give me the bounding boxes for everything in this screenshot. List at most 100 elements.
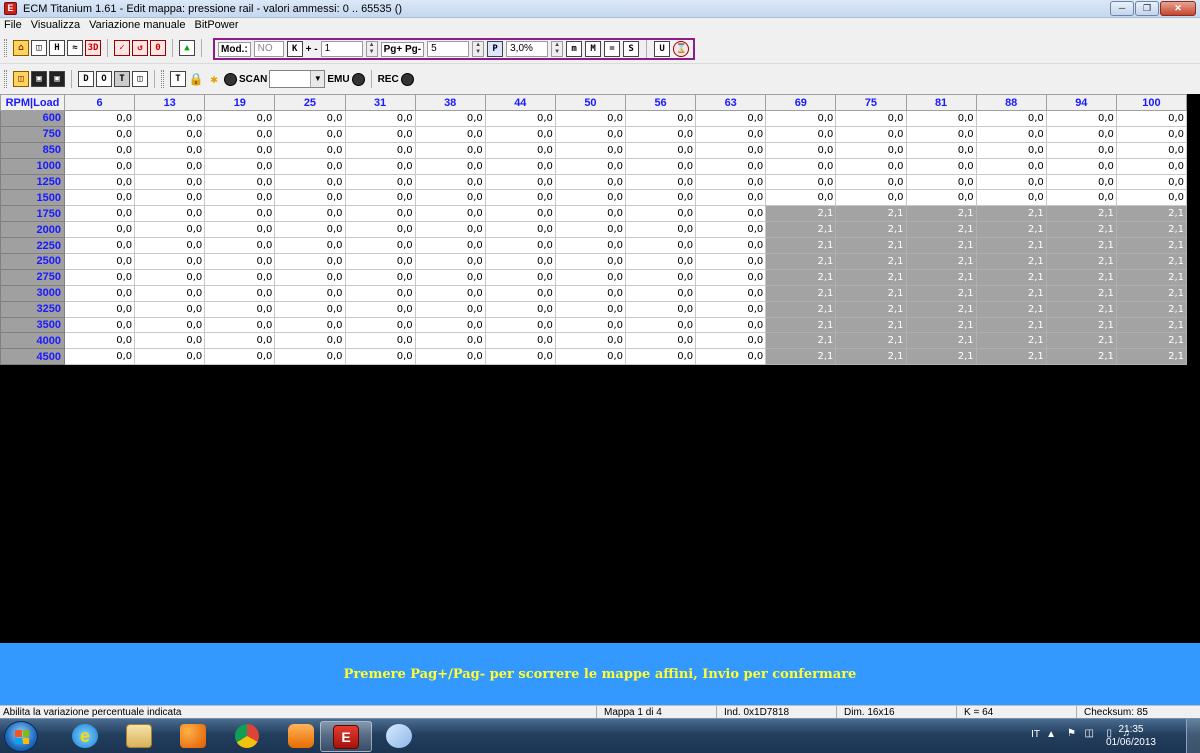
taskbar-app-ie[interactable]: e [60, 721, 112, 752]
table-cell[interactable]: 0,0 [835, 157, 907, 175]
column-header[interactable]: 38 [414, 94, 486, 111]
table-cell[interactable]: 0,0 [414, 284, 486, 302]
graph-3d-icon[interactable]: 3D [85, 40, 101, 56]
table-cell[interactable]: 0,0 [274, 173, 346, 191]
table-cell[interactable]: 0,0 [204, 268, 276, 286]
table-cell[interactable]: 0,0 [554, 189, 627, 207]
table-cell[interactable]: 0,0 [484, 316, 556, 334]
column-header[interactable]: 88 [975, 94, 1047, 111]
emu-record-icon[interactable] [351, 72, 365, 86]
column-header[interactable]: 69 [765, 94, 837, 111]
table-cell[interactable]: 0,0 [274, 189, 346, 207]
row-header[interactable]: 4000 [0, 332, 65, 350]
table-cell[interactable]: 0,0 [274, 268, 346, 286]
table-cell[interactable]: 2,1 [1045, 300, 1117, 318]
table-cell[interactable]: 0,0 [63, 316, 136, 334]
table-cell[interactable]: 0,0 [554, 221, 627, 239]
table-cell[interactable]: 0,0 [274, 157, 346, 175]
table-cell[interactable]: 0,0 [695, 125, 767, 143]
table-cell[interactable]: 0,0 [695, 253, 767, 270]
table-cell[interactable]: 0,0 [204, 332, 276, 350]
table-cell[interactable]: 0,0 [414, 189, 486, 207]
table-cell[interactable]: 2,1 [835, 300, 907, 318]
table-cell[interactable]: 2,1 [1115, 237, 1188, 255]
table-cell[interactable]: 2,1 [905, 332, 977, 350]
hex-view-icon[interactable]: H [49, 40, 65, 56]
table-cell[interactable]: 0,0 [484, 157, 556, 175]
table-cell[interactable]: 2,1 [1115, 284, 1188, 302]
column-header[interactable]: 19 [204, 94, 276, 111]
table-cell[interactable]: 0,0 [624, 253, 697, 270]
row-header[interactable]: 2750 [0, 268, 65, 286]
table-cell[interactable]: 0,0 [274, 332, 346, 350]
row-header[interactable]: 600 [0, 110, 65, 127]
table-cell[interactable]: 2,1 [1045, 268, 1117, 286]
copy-map-icon[interactable]: ◫ [31, 40, 47, 56]
table-cell[interactable]: 0,0 [624, 332, 697, 350]
table-cell[interactable]: 2,1 [975, 221, 1047, 239]
table-cell[interactable]: 2,1 [1045, 316, 1117, 334]
table-cell[interactable]: 0,0 [344, 316, 416, 334]
graph-2d-icon[interactable]: ≈ [67, 40, 83, 56]
table-cell[interactable]: 0,0 [975, 141, 1047, 159]
table-cell[interactable]: 0,0 [1045, 189, 1117, 207]
clock[interactable]: 21:35 01/06/2013 [1106, 723, 1156, 749]
table-cell[interactable]: 0,0 [624, 268, 697, 286]
table-cell[interactable]: 0,0 [134, 221, 206, 239]
table-cell[interactable]: 0,0 [975, 189, 1047, 207]
table-cell[interactable]: 0,0 [624, 110, 697, 127]
table-cell[interactable]: 0,0 [63, 253, 136, 270]
view-split-icon[interactable]: ◫ [132, 71, 148, 87]
table-cell[interactable]: 0,0 [624, 300, 697, 318]
table-cell[interactable]: 0,0 [274, 221, 346, 239]
table-cell[interactable]: 0,0 [695, 237, 767, 255]
column-header[interactable]: 56 [624, 94, 697, 111]
minimize-icon[interactable]: ─ [1110, 1, 1134, 16]
table-cell[interactable]: 0,0 [554, 284, 627, 302]
row-header[interactable]: 3500 [0, 316, 65, 334]
maximize-icon[interactable]: ❐ [1135, 1, 1159, 16]
table-cell[interactable]: 0,0 [484, 348, 556, 366]
table-cell[interactable]: 0,0 [134, 284, 206, 302]
column-header[interactable]: 6 [63, 94, 136, 111]
table-cell[interactable]: 2,1 [905, 284, 977, 302]
table-cell[interactable]: 0,0 [344, 110, 416, 127]
table-cell[interactable]: 0,0 [63, 125, 136, 143]
table-cell[interactable]: 0,0 [484, 300, 556, 318]
table-cell[interactable]: 0,0 [484, 173, 556, 191]
table-cell[interactable]: 0,0 [695, 205, 767, 223]
table-cell[interactable]: 0,0 [274, 125, 346, 143]
table-cell[interactable]: 0,0 [344, 173, 416, 191]
table-cell[interactable]: 0,0 [344, 253, 416, 270]
table-cell[interactable]: 0,0 [484, 221, 556, 239]
table-cell[interactable]: 0,0 [344, 157, 416, 175]
table-cell[interactable]: 0,0 [554, 173, 627, 191]
zero-icon[interactable]: 0 [150, 40, 166, 56]
table-cell[interactable]: 0,0 [624, 173, 697, 191]
table-cell[interactable]: 0,0 [835, 173, 907, 191]
table-cell[interactable]: 2,1 [975, 268, 1047, 286]
step-spinner[interactable]: ▲ ▼ [365, 41, 378, 57]
row-header[interactable]: 1000 [0, 157, 65, 175]
mod-value-field[interactable]: NO [253, 41, 284, 57]
table-cell[interactable]: 2,1 [765, 221, 837, 239]
table-cell[interactable]: 0,0 [624, 237, 697, 255]
table-cell[interactable]: 0,0 [905, 125, 977, 143]
table-cell[interactable]: 0,0 [695, 268, 767, 286]
table-cell[interactable]: 2,1 [1115, 348, 1188, 366]
table-cell[interactable]: 0,0 [414, 348, 486, 366]
table-cell[interactable]: 0,0 [695, 316, 767, 334]
table-cell[interactable]: 0,0 [765, 189, 837, 207]
row-header[interactable]: 1250 [0, 173, 65, 191]
table-cell[interactable]: 0,0 [344, 268, 416, 286]
table-cell[interactable]: 0,0 [624, 125, 697, 143]
table-cell[interactable]: 0,0 [204, 300, 276, 318]
table-cell[interactable]: 0,0 [63, 189, 136, 207]
table-cell[interactable]: 0,0 [414, 268, 486, 286]
table-cell[interactable]: 2,1 [905, 221, 977, 239]
table-cell[interactable]: 0,0 [274, 141, 346, 159]
table-cell[interactable]: 0,0 [134, 125, 206, 143]
table-cell[interactable]: 0,0 [695, 284, 767, 302]
table-cell[interactable]: 0,0 [63, 268, 136, 286]
table-cell[interactable]: 2,1 [975, 253, 1047, 270]
